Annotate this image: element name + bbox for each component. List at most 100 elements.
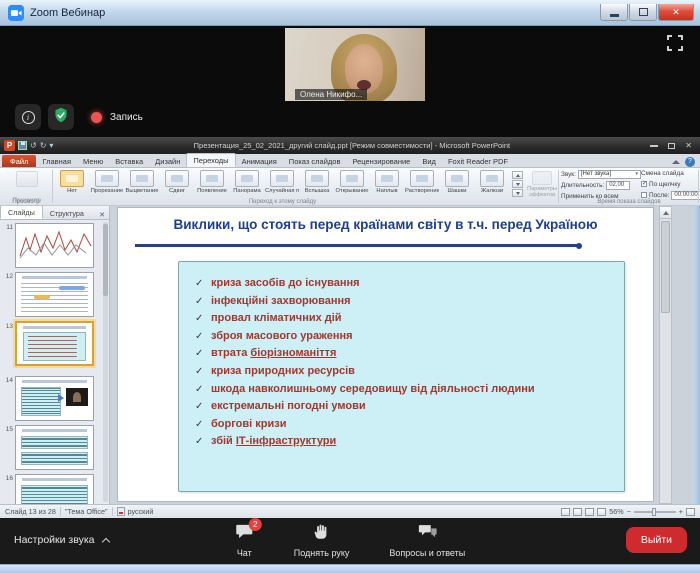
tab-outline[interactable]: Структура [43, 207, 91, 219]
window-bottom-border [0, 564, 700, 573]
spellcheck-icon[interactable] [117, 507, 125, 516]
ribbon-tab-slideshow[interactable]: Показ слайдов [283, 155, 347, 167]
recording-indicator[interactable]: Запись [91, 112, 143, 123]
tab-slides[interactable]: Слайды [0, 206, 43, 219]
transition-flash[interactable]: Вспышка [300, 170, 334, 194]
chat-badge: 2 [249, 518, 262, 531]
slide-sorter-icon[interactable] [573, 508, 582, 516]
qa-button[interactable]: Вопросы и ответы [389, 523, 465, 558]
list-item: ✓криза природних ресурсів [195, 363, 614, 381]
maximize-button[interactable] [629, 4, 657, 21]
transition-blinds[interactable]: Жалюзи [475, 170, 509, 194]
ribbon-tab-animations[interactable]: Анимация [236, 155, 283, 167]
save-icon[interactable] [18, 141, 27, 150]
transition-random[interactable]: Случайная п... [265, 170, 299, 194]
help-icon[interactable]: ? [685, 157, 695, 167]
effect-options-button[interactable]: Параметры эффектов [527, 171, 557, 199]
transition-pan[interactable]: Панорама [230, 170, 264, 194]
ppt-minimize-icon[interactable] [650, 145, 658, 147]
list-item: ✓криза засобів до існування [195, 275, 614, 293]
window-titlebar: Zoom Вебинар ✕ [0, 0, 700, 26]
transition-none-icon [60, 170, 84, 187]
meeting-info-button[interactable]: i [15, 104, 41, 130]
fullscreen-icon[interactable] [666, 34, 684, 52]
check-bullet-icon: ✓ [195, 345, 211, 363]
after-checkbox[interactable] [641, 192, 647, 198]
normal-view-icon[interactable] [561, 508, 570, 516]
leave-button[interactable]: Выйти [626, 527, 687, 553]
collapse-ribbon-icon[interactable] [672, 160, 680, 164]
participant-video[interactable]: Олена Никифо... [285, 28, 425, 101]
minimize-icon [610, 14, 619, 17]
transition-none[interactable]: Нет [55, 170, 89, 194]
redo-icon[interactable]: ↻ [40, 142, 47, 150]
ppt-maximize-icon[interactable] [668, 143, 675, 149]
language-indicator[interactable]: русский [128, 507, 154, 516]
fit-to-window-icon[interactable] [686, 508, 695, 516]
slide-thumbnail-16[interactable] [15, 474, 94, 504]
sound-select[interactable]: [Нет звука] ▾ [578, 170, 641, 179]
transition-wipe[interactable]: Появление [195, 170, 229, 194]
reading-view-icon[interactable] [585, 508, 594, 516]
audio-settings-button[interactable]: Настройки звука [14, 534, 109, 546]
ribbon-tab-design[interactable]: Дизайн [149, 155, 186, 167]
pane-close-icon[interactable]: ✕ [99, 211, 105, 219]
transition-cover-icon [375, 170, 399, 187]
scroll-up-icon[interactable] [660, 207, 671, 219]
slide-thumbnail-11[interactable] [15, 223, 94, 268]
ribbon-tab-menu[interactable]: Меню [77, 155, 109, 167]
info-icon: i [22, 111, 35, 124]
ribbon-tab-insert[interactable]: Вставка [109, 155, 149, 167]
transition-checkerboard[interactable]: Шашки [440, 170, 474, 194]
duration-input[interactable]: 02,00 [606, 181, 630, 190]
close-button[interactable]: ✕ [658, 4, 694, 21]
zoom-slider[interactable] [634, 511, 676, 513]
sound-label: Звук: [561, 171, 576, 178]
slides-pane: Слайды Структура ✕ 11 12 13 14 [0, 206, 110, 504]
zoom-in-icon[interactable]: + [679, 507, 683, 516]
gallery-down-icon[interactable] [512, 180, 523, 188]
slide-thumbnail-12[interactable] [15, 272, 94, 317]
on-click-checkbox[interactable]: ✓ [641, 181, 647, 187]
slide-scrollbar[interactable] [659, 206, 672, 504]
transition-fade[interactable]: Выцветание [125, 170, 159, 194]
slide-title: Виклики, що стоять перед країнами світу … [118, 217, 653, 232]
ribbon-tab-foxit[interactable]: Foxit Reader PDF [442, 155, 514, 167]
list-item: ✓боргові кризи [195, 416, 614, 434]
pane-scrollbar[interactable] [103, 222, 108, 502]
transition-cut[interactable]: Прорезание [90, 170, 124, 194]
chat-button[interactable]: 2 Чат [235, 523, 254, 558]
zoom-out-icon[interactable]: − [627, 507, 631, 516]
ribbon-tab-bar: Файл Главная Меню Вставка Дизайн Переход… [0, 154, 700, 168]
security-button[interactable] [48, 104, 74, 130]
transition-cover[interactable]: Наплыв [370, 170, 404, 194]
powerpoint-window: P ↺ ↻ ▾ Презентация_25_02_2021_другий сл… [0, 137, 700, 518]
transition-push[interactable]: Сдвиг [160, 170, 194, 194]
check-bullet-icon: ✓ [195, 293, 211, 311]
ppt-close-icon[interactable]: ✕ [685, 142, 692, 150]
transition-cut-icon [95, 170, 119, 187]
transition-random-icon [270, 170, 294, 187]
transition-reveal[interactable]: Открывание [335, 170, 369, 194]
chevron-down-icon: ▾ [635, 171, 638, 177]
gallery-more-icon[interactable] [512, 189, 523, 197]
slide-content-box[interactable]: ✓криза засобів до існування ✓інфекційні … [178, 261, 625, 492]
slide-thumbnail-15[interactable] [15, 425, 94, 470]
scrollbar-thumb[interactable] [661, 221, 670, 313]
slide-thumbnail-13-selected[interactable] [15, 321, 94, 366]
ribbon-tab-transitions[interactable]: Переходы [186, 153, 235, 167]
transition-dissolve[interactable]: Растворение [405, 170, 439, 194]
slide-thumbnail-14[interactable] [15, 376, 94, 421]
minimize-button[interactable] [600, 4, 628, 21]
gallery-up-icon[interactable] [512, 171, 523, 179]
slideshow-icon[interactable] [597, 508, 606, 516]
ribbon-tab-view[interactable]: Вид [416, 155, 442, 167]
undo-icon[interactable]: ↺ [30, 142, 37, 150]
raise-hand-button[interactable]: Поднять руку [294, 523, 350, 558]
ribbon-tab-home[interactable]: Главная [36, 155, 77, 167]
ribbon-tab-review[interactable]: Рецензирование [346, 155, 416, 167]
after-label: После: [649, 192, 669, 199]
current-slide[interactable]: Виклики, що стоять перед країнами світу … [117, 207, 654, 502]
thumb-number: 11 [2, 224, 13, 231]
ribbon-tab-file[interactable]: Файл [2, 155, 36, 167]
